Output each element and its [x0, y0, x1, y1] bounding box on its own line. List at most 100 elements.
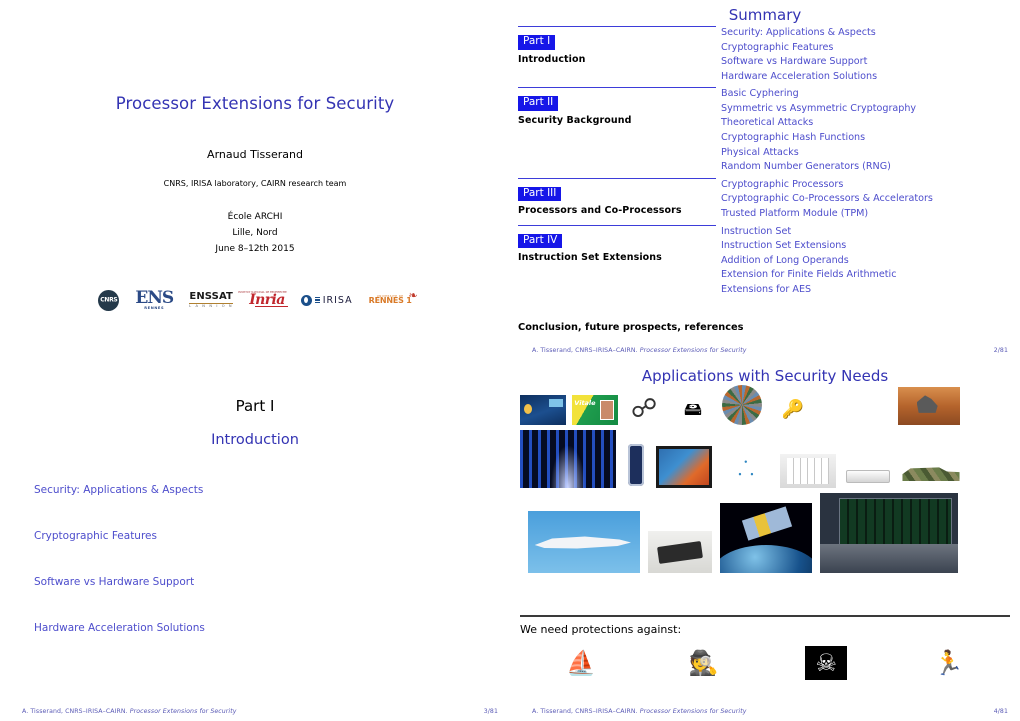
applications-image-grid: ☍ 🖴 🔑 ⸫ [520, 385, 1010, 578]
threat-icon-row: ⛵ 🕵 ☠ 🏃 [520, 646, 1010, 680]
airplane-image [528, 511, 640, 573]
enssat-logo: ENSSAT L A N N I O N [189, 291, 234, 309]
toc-entry[interactable]: Cryptographic Hash Functions [721, 131, 1012, 146]
toc-entry[interactable]: Cryptographic Processors [721, 178, 1012, 193]
footer-left: A. Tisserand, CNRS–IRISA–CAIRN. Processo… [532, 708, 747, 715]
toc-entry[interactable]: Extensions for AES [721, 283, 1012, 298]
toc-entry[interactable]: Basic Cyphering [721, 87, 1012, 102]
slide-applications-footer: A. Tisserand, CNRS–IRISA–CAIRN. Processo… [532, 708, 1008, 715]
social-network-image: ⸫ [718, 448, 774, 488]
toc-block-part1: Part I Introduction Security: Applicatio… [518, 26, 1012, 84]
car-key-image: 🔑 [768, 395, 818, 425]
part1-title: Introduction [211, 432, 299, 448]
slide-part1: Part I Introduction Security: Applicatio… [0, 361, 510, 721]
spy-icon-glyph: 🕵 [688, 649, 719, 677]
toc-entry[interactable]: Software vs Hardware Support [721, 55, 1012, 70]
sponsor-logo-row: CNRS ENS RENNES ENSSAT L A N N I O N Inr… [0, 285, 510, 315]
summary-toc: Part I Introduction Security: Applicatio… [518, 26, 1012, 300]
part-name-3[interactable]: Processors and Co-Processors [518, 205, 716, 216]
applications-row-3 [520, 493, 1010, 573]
irisa-logo: IRISA [300, 294, 353, 306]
ens-rennes-logo: ENS RENNES [135, 287, 174, 311]
toc-entry[interactable]: Instruction Set Extensions [721, 239, 1012, 254]
social-network-image-glyph: ⸫ [737, 456, 755, 480]
pirate-ship-icon: ⛵ [560, 646, 602, 680]
toc-part3-rule [518, 177, 716, 179]
toc-part1-left: Part I Introduction [518, 26, 716, 65]
footer-page-number: 4/81 [993, 708, 1008, 715]
toc-entry[interactable]: Physical Attacks [721, 146, 1012, 161]
burglar-icon-glyph: 🏃 [933, 649, 964, 677]
applications-row-1: ☍ 🖴 🔑 [520, 385, 1010, 425]
toc-entry[interactable]: Hardware Acceleration Solutions [721, 70, 1012, 85]
toc-block-part3: Part III Processors and Co-Processors Cr… [518, 177, 1012, 222]
toc-entry[interactable]: Trusted Platform Module (TPM) [721, 207, 1012, 222]
toc-entry[interactable]: Random Number Generators (RNG) [721, 160, 1012, 175]
part-badge-1[interactable]: Part I [518, 35, 556, 50]
footer-title: Processor Extensions for Security [639, 347, 747, 354]
burglar-icon: 🏃 [928, 646, 970, 680]
irisa-logo-mark [300, 294, 312, 306]
part-badge-3[interactable]: Part III [518, 186, 562, 202]
part-name-4[interactable]: Instruction Set Extensions [518, 252, 716, 263]
toc-entry[interactable]: Extension for Finite Fields Arithmetic [721, 268, 1012, 283]
inria-logo-underline [255, 305, 288, 307]
toc-block-part4: Part IV Instruction Set Extensions Instr… [518, 224, 1012, 298]
handout-page: Processor Extensions for Security Arnaud… [0, 0, 1020, 721]
toc-part4-left: Part IV Instruction Set Extensions [518, 224, 716, 263]
universite-rennes1-logo-big: RENNES 1 [368, 296, 412, 306]
footer-title: Processor Extensions for Security [639, 708, 747, 715]
set-top-box-image [842, 462, 894, 488]
toc-entry[interactable]: Symmetric vs Asymmetric Cryptography [721, 102, 1012, 117]
presentation-title: Processor Extensions for Security [115, 94, 395, 113]
skull-crossbones-icon: ☠ [805, 646, 848, 680]
toc-entry[interactable]: Cryptographic Features [721, 41, 1012, 56]
pirate-ship-icon-glyph: ⛵ [566, 649, 597, 677]
toc-part3-left: Part III Processors and Co-Processors [518, 177, 716, 216]
part-badge-2[interactable]: Part II [518, 96, 559, 111]
universite-rennes1-crest-icon: ❧ [408, 288, 418, 302]
mars-rover-image [898, 387, 960, 425]
slide-title-page: Processor Extensions for Security Arnaud… [0, 0, 510, 360]
summary-conclusion[interactable]: Conclusion, future prospects, references [518, 322, 743, 333]
venue-location: Lille, Nord [232, 227, 278, 238]
ens-rennes-logo-big: ENS [135, 287, 174, 308]
presentation-venue: École ARCHI Lille, Nord June 8–12th 2015 [0, 210, 510, 257]
venue-name: École ARCHI [227, 212, 283, 222]
footer-page-number: 3/81 [483, 708, 498, 715]
venue-date: June 8–12th 2015 [215, 243, 295, 254]
footer-page-number: 2/81 [993, 347, 1008, 354]
part1-toc: Security: Applications & Aspects Cryptog… [34, 484, 490, 668]
universite-rennes1-logo: UNIVERSITE DE RENNES 1 ❧ [368, 290, 418, 306]
toc-part2-entries: Basic Cyphering Symmetric vs Asymmetric … [716, 87, 1012, 174]
footer-author: A. Tisserand, CNRS–IRISA–CAIRN. [532, 347, 638, 354]
toc-block-part2: Part II Security Background Basic Cypher… [518, 87, 1012, 174]
toc-entry[interactable]: Security: Applications & Aspects [721, 26, 1012, 41]
part-name-1[interactable]: Introduction [518, 54, 716, 65]
footer-left: A. Tisserand, CNRS–IRISA–CAIRN. Processo… [532, 347, 747, 354]
part1-toc-entry[interactable]: Software vs Hardware Support [34, 576, 490, 588]
datacenter-image [520, 430, 616, 488]
part1-toc-entry[interactable]: Hardware Acceleration Solutions [34, 622, 490, 634]
cnrs-logo: CNRS [98, 289, 120, 311]
toc-part4-entries: Instruction Set Instruction Set Extensio… [716, 225, 1012, 298]
smartphone-image [622, 442, 650, 488]
part-badge-4[interactable]: Part IV [518, 233, 563, 249]
cnrs-logo-text: CNRS [100, 296, 118, 304]
footer-author: A. Tisserand, CNRS–IRISA–CAIRN. [22, 708, 128, 715]
part1-toc-entry[interactable]: Security: Applications & Aspects [34, 484, 490, 496]
part1-toc-entry[interactable]: Cryptographic Features [34, 530, 490, 542]
applications-row-2: ⸫ [520, 430, 1010, 488]
slide-applications: Applications with Security Needs ☍ 🖴 🔑 ⸫ W… [510, 361, 1020, 721]
toc-entry[interactable]: Cryptographic Co-Processors & Accelerato… [721, 192, 1012, 207]
slide-part1-footer: A. Tisserand, CNRS–IRISA–CAIRN. Processo… [22, 708, 498, 715]
skull-crossbones-icon-glyph: ☠ [815, 649, 838, 677]
toc-entry[interactable]: Theoretical Attacks [721, 116, 1012, 131]
usb-key-image-glyph: 🖴 [683, 399, 703, 420]
fingerprint-image: ☍ [624, 393, 664, 425]
part-name-2[interactable]: Security Background [518, 115, 716, 126]
presentation-affiliation: CNRS, IRISA laboratory, CAIRN research t… [163, 179, 347, 188]
toc-entry[interactable]: Instruction Set [721, 225, 1012, 240]
toc-entry[interactable]: Addition of Long Operands [721, 254, 1012, 269]
inria-logo-tagline: INSTITUT NATIONAL DE RECHERCHE [238, 291, 287, 294]
